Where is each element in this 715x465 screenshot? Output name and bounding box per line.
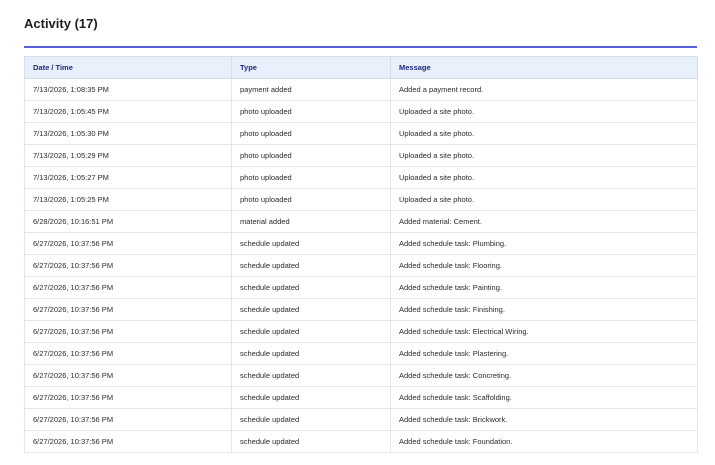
table-row: 6/27/2026, 10:37:56 PM schedule updated Ad…: [24, 320, 698, 343]
table-row: 7/13/2026, 1:05:30 PM photo uploaded Uploa…: [24, 122, 698, 145]
table-row: 6/27/2026, 10:37:56 PM schedule updated Ad…: [24, 408, 698, 431]
cell-message: Added schedule task: Plastering.: [390, 342, 698, 365]
cell-type: photo uploaded: [231, 122, 391, 145]
cell-type: schedule updated: [231, 298, 391, 321]
cell-datetime: 6/27/2026, 10:37:56 PM: [24, 298, 232, 321]
cell-datetime: 6/27/2026, 10:37:56 PM: [24, 386, 232, 409]
cell-datetime: 7/13/2026, 1:05:27 PM: [24, 166, 232, 189]
cell-datetime: 6/27/2026, 10:37:56 PM: [24, 408, 232, 431]
column-header-type: Type: [231, 56, 391, 79]
cell-message: Uploaded a site photo.: [390, 166, 698, 189]
cell-type: photo uploaded: [231, 100, 391, 123]
table-row: 6/27/2026, 10:37:56 PM schedule updated Ad…: [24, 430, 698, 453]
cell-datetime: 6/27/2026, 10:37:56 PM: [24, 254, 232, 277]
table-row: 6/27/2026, 10:37:56 PM schedule updated Ad…: [24, 342, 698, 365]
cell-datetime: 6/27/2026, 10:37:56 PM: [24, 232, 232, 255]
cell-message: Added material: Cement.: [390, 210, 698, 233]
activity-table: Date / Time Type Message 7/13/2026, 1:08…: [24, 56, 698, 453]
cell-message: Added a payment record.: [390, 78, 698, 101]
cell-message: Added schedule task: Concreting.: [390, 364, 698, 387]
table-row: 7/13/2026, 1:08:35 PM payment added Added …: [24, 78, 698, 101]
cell-message: Added schedule task: Brickwork.: [390, 408, 698, 431]
cell-message: Uploaded a site photo.: [390, 122, 698, 145]
cell-message: Added schedule task: Foundation.: [390, 430, 698, 453]
cell-message: Added schedule task: Electrical Wiring.: [390, 320, 698, 343]
table-header-row: Date / Time Type Message: [24, 56, 698, 79]
cell-message: Added schedule task: Scaffolding.: [390, 386, 698, 409]
activity-page: Activity (17) Date / Time Type Message 7…: [0, 0, 715, 465]
page-title: Activity (17): [24, 16, 98, 31]
cell-type: photo uploaded: [231, 166, 391, 189]
cell-type: schedule updated: [231, 232, 391, 255]
cell-type: schedule updated: [231, 408, 391, 431]
cell-message: Added schedule task: Plumbing.: [390, 232, 698, 255]
cell-datetime: 6/27/2026, 10:37:56 PM: [24, 430, 232, 453]
column-header-datetime: Date / Time: [24, 56, 232, 79]
cell-message: Added schedule task: Painting.: [390, 276, 698, 299]
table-body: 7/13/2026, 1:08:35 PM payment added Added …: [24, 78, 698, 453]
table-row: 6/27/2026, 10:37:56 PM schedule updated Ad…: [24, 386, 698, 409]
cell-type: photo uploaded: [231, 188, 391, 211]
cell-datetime: 6/27/2026, 10:37:56 PM: [24, 276, 232, 299]
table-row: 6/27/2026, 10:37:56 PM schedule updated Ad…: [24, 298, 698, 321]
cell-datetime: 6/27/2026, 10:37:56 PM: [24, 342, 232, 365]
cell-type: material added: [231, 210, 391, 233]
cell-type: schedule updated: [231, 276, 391, 299]
cell-datetime: 7/13/2026, 1:05:25 PM: [24, 188, 232, 211]
cell-type: schedule updated: [231, 320, 391, 343]
table-row: 7/13/2026, 1:05:29 PM photo uploaded Uploa…: [24, 144, 698, 167]
table-row: 6/27/2026, 10:37:56 PM schedule updated Ad…: [24, 364, 698, 387]
cell-type: photo uploaded: [231, 144, 391, 167]
cell-datetime: 6/28/2026, 10:16:51 PM: [24, 210, 232, 233]
cell-type: schedule updated: [231, 254, 391, 277]
table-row: 6/27/2026, 10:37:56 PM schedule updated Ad…: [24, 254, 698, 277]
table-row: 6/27/2026, 10:37:56 PM schedule updated Ad…: [24, 232, 698, 255]
cell-datetime: 6/27/2026, 10:37:56 PM: [24, 320, 232, 343]
column-header-message: Message: [390, 56, 698, 79]
cell-message: Uploaded a site photo.: [390, 144, 698, 167]
table-row: 6/27/2026, 10:37:56 PM schedule updated Ad…: [24, 276, 698, 299]
cell-type: payment added: [231, 78, 391, 101]
cell-message: Added schedule task: Finishing.: [390, 298, 698, 321]
cell-message: Uploaded a site photo.: [390, 100, 698, 123]
cell-datetime: 7/13/2026, 1:08:35 PM: [24, 78, 232, 101]
table-row: 6/28/2026, 10:16:51 PM material added Adde…: [24, 210, 698, 233]
title-divider: [24, 46, 697, 48]
cell-message: Added schedule task: Flooring.: [390, 254, 698, 277]
table-row: 7/13/2026, 1:05:25 PM photo uploaded Uploa…: [24, 188, 698, 211]
cell-type: schedule updated: [231, 430, 391, 453]
table-row: 7/13/2026, 1:05:45 PM photo uploaded Uploa…: [24, 100, 698, 123]
cell-datetime: 7/13/2026, 1:05:29 PM: [24, 144, 232, 167]
cell-type: schedule updated: [231, 342, 391, 365]
cell-type: schedule updated: [231, 386, 391, 409]
cell-message: Uploaded a site photo.: [390, 188, 698, 211]
cell-datetime: 7/13/2026, 1:05:45 PM: [24, 100, 232, 123]
cell-datetime: 6/27/2026, 10:37:56 PM: [24, 364, 232, 387]
cell-type: schedule updated: [231, 364, 391, 387]
table-header: Date / Time Type Message: [24, 56, 698, 79]
table-row: 7/13/2026, 1:05:27 PM photo uploaded Uploa…: [24, 166, 698, 189]
cell-datetime: 7/13/2026, 1:05:30 PM: [24, 122, 232, 145]
